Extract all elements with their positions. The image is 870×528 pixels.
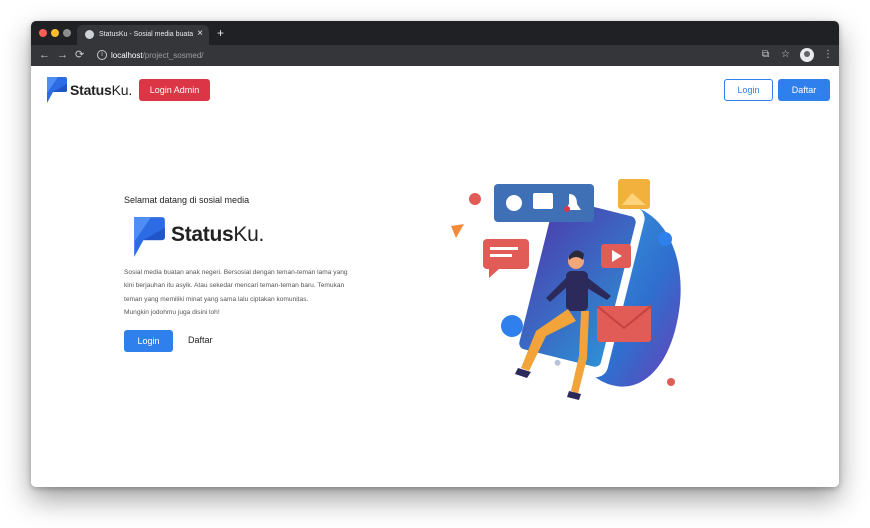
window-maximize-dot[interactable] [63,29,71,37]
tab-favicon-icon [85,30,94,39]
menu-dots-icon[interactable]: ⋮ [823,48,833,62]
url-host: localhost [111,51,143,60]
info-icon[interactable]: i [97,50,107,60]
new-tab-plus-icon[interactable]: + [217,26,224,40]
translate-icon[interactable]: ⧉ [762,48,769,62]
tab-title: StatusKu - Sosial media buatan anak nege… [99,31,193,38]
window-close-dot[interactable] [39,29,47,37]
browser-window: StatusKu - Sosial media buatan anak nege… [31,21,839,487]
back-arrow-icon[interactable]: ← [39,48,50,62]
social-media-illustration [451,179,681,400]
browser-toolbar: ← → ⟳ i localhost/project_sosmed/ ⧉ ☆ ⋮ [31,45,839,66]
address-bar[interactable]: i localhost/project_sosmed/ [91,48,751,63]
reload-icon[interactable]: ⟳ [75,48,84,62]
profile-avatar-icon[interactable] [800,48,814,62]
tab-close-icon[interactable]: × [197,28,203,40]
page-content: StatusKu. Login Admin Login Daftar Selam… [31,66,839,487]
star-icon[interactable]: ☆ [781,48,790,62]
url-path: /project_sosmed/ [142,51,204,60]
browser-tab-active[interactable]: StatusKu - Sosial media buatan anak nege… [77,25,209,45]
address-url[interactable]: localhost/project_sosmed/ [111,50,204,61]
forward-arrow-icon[interactable]: → [57,48,68,62]
browser-titlebar: StatusKu - Sosial media buatan anak nege… [31,21,839,45]
window-minimize-dot[interactable] [51,29,59,37]
